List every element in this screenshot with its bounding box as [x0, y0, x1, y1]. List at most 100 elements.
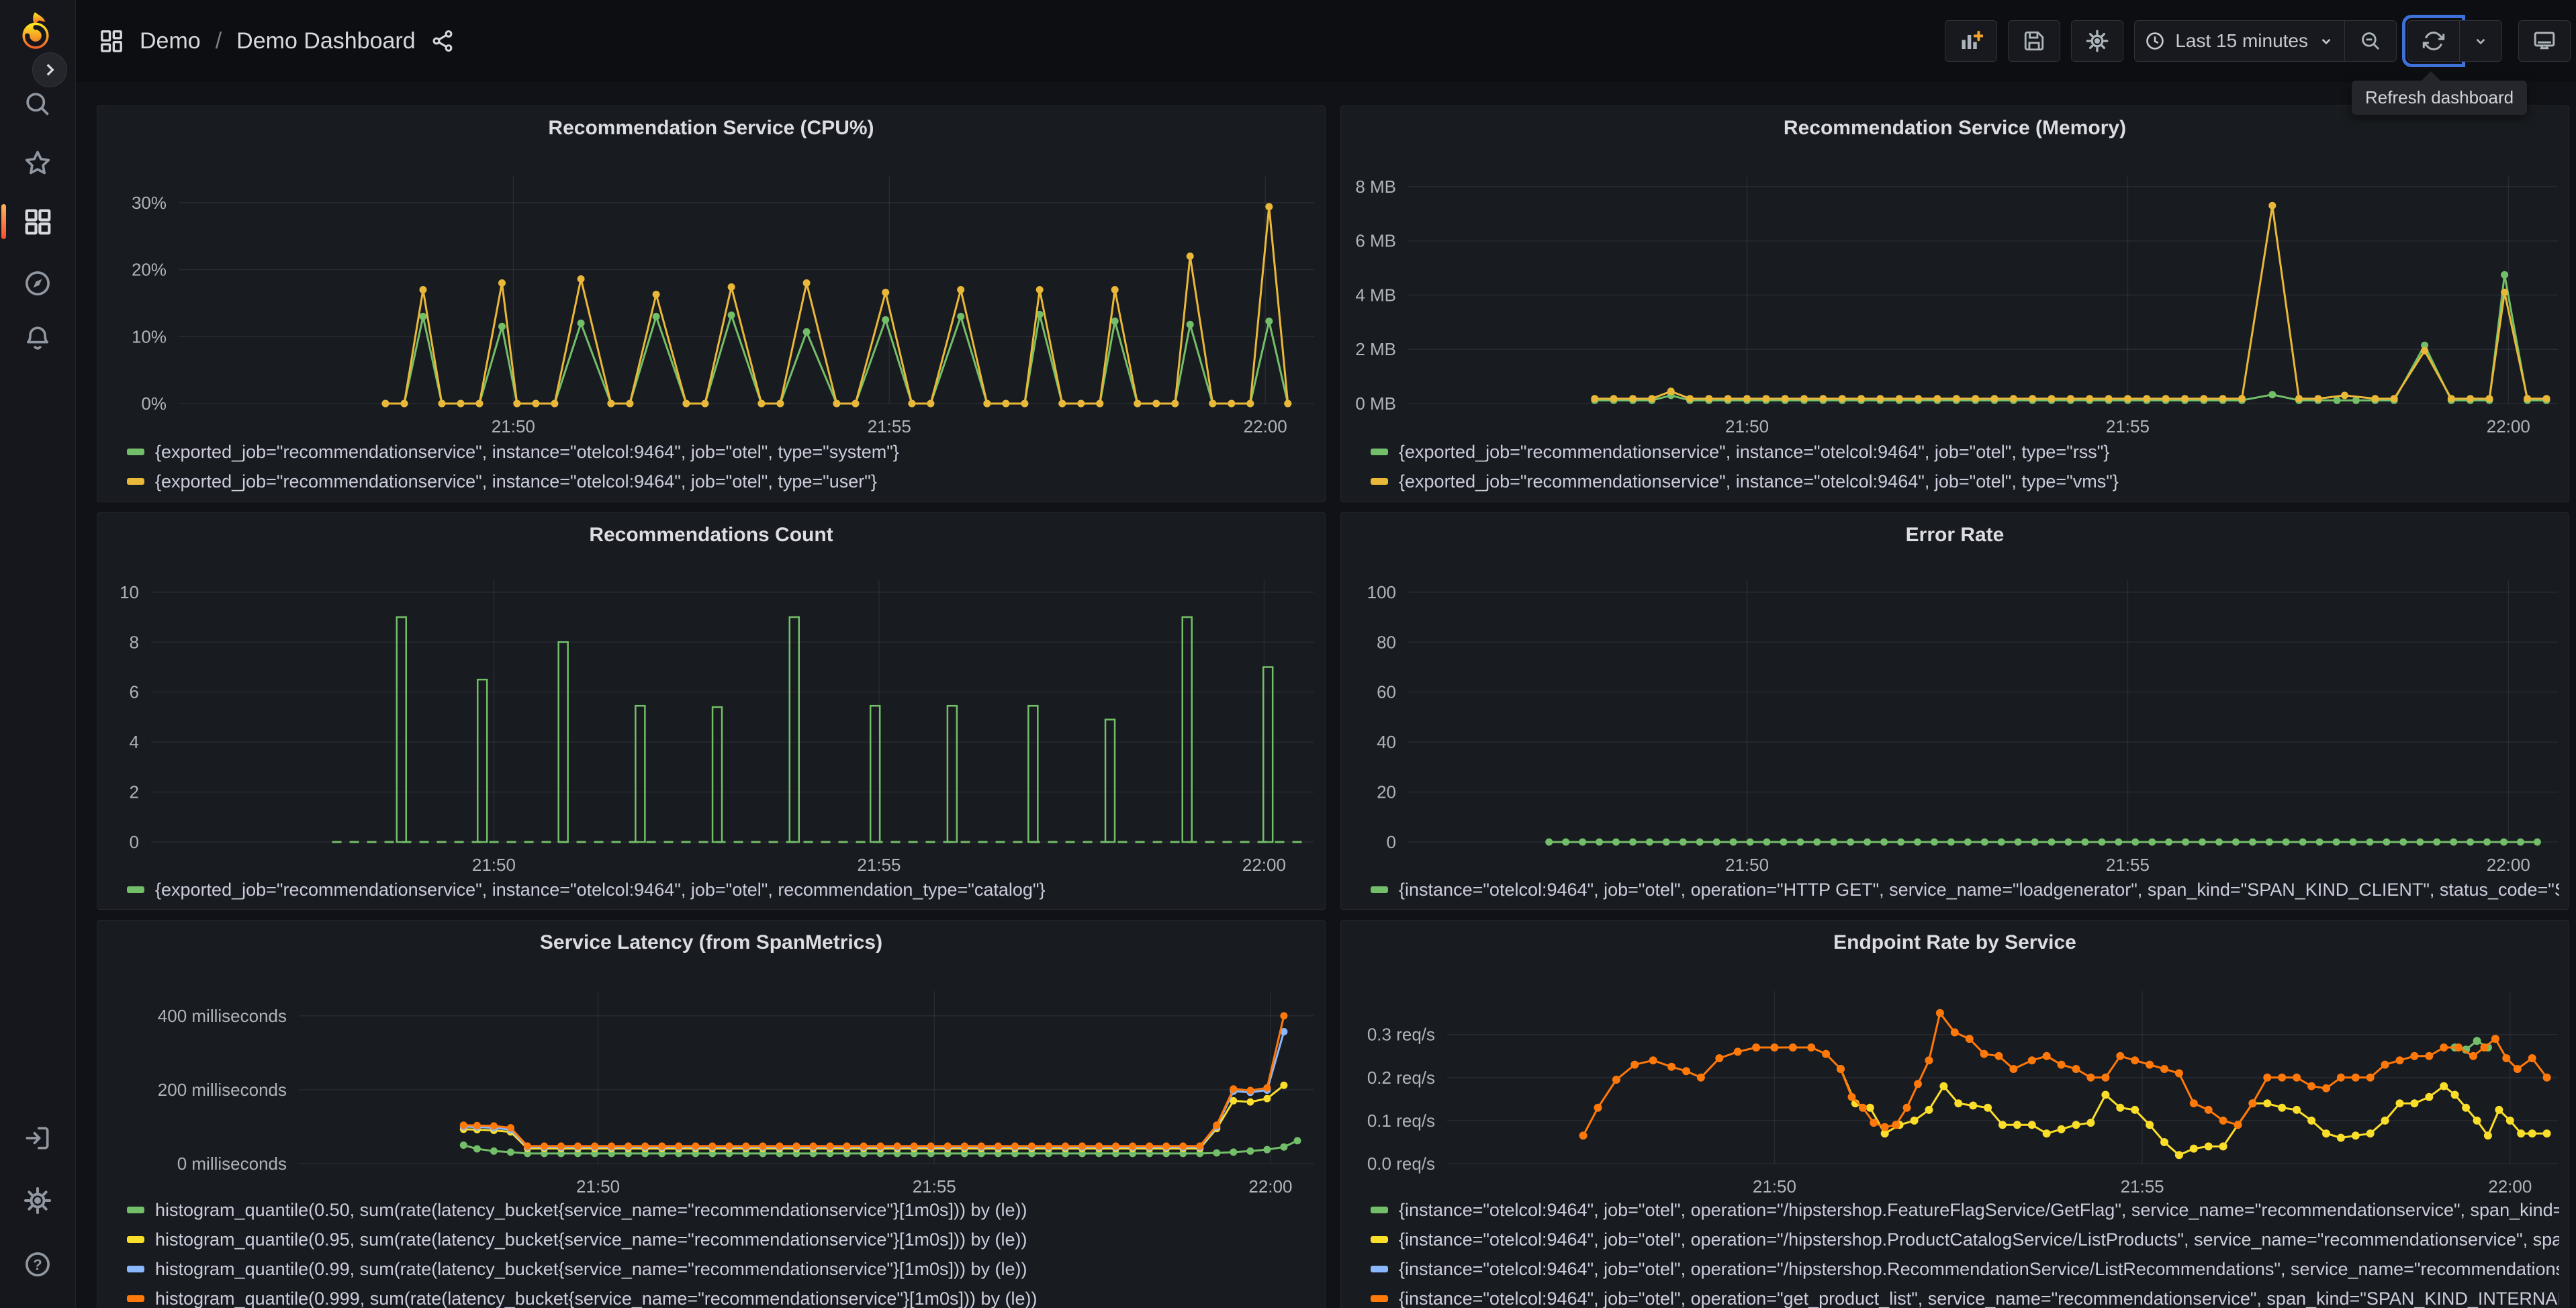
- panel-service-latency: Service Latency (from SpanMetrics) 0 mil…: [97, 920, 1326, 1308]
- svg-text:10%: 10%: [132, 326, 167, 346]
- legend-item[interactable]: {instance="otelcol:9464", job="otel", op…: [1371, 1225, 2559, 1254]
- svg-text:21:50: 21:50: [1725, 855, 1769, 875]
- svg-text:0.3 req/s: 0.3 req/s: [1367, 1025, 1435, 1045]
- svg-text:22:00: 22:00: [1248, 1176, 1292, 1197]
- chart-canvas[interactable]: 0 20 40 60 80 100 21:50 21:55 22:00: [1341, 513, 2569, 909]
- legend-label: {instance="otelcol:9464", job="otel", op…: [1399, 1199, 2559, 1220]
- svg-text:21:55: 21:55: [857, 855, 901, 875]
- legend-item[interactable]: {exported_job="recommendationservice", i…: [1371, 437, 2559, 467]
- svg-text:21:50: 21:50: [472, 855, 516, 875]
- svg-text:4: 4: [130, 732, 139, 752]
- legend-label: {exported_job="recommendationservice", i…: [155, 471, 877, 492]
- svg-text:22:00: 22:00: [2487, 855, 2530, 875]
- legend-item[interactable]: {instance="otelcol:9464", job="otel", op…: [1371, 875, 2559, 904]
- svg-text:0 milliseconds: 0 milliseconds: [177, 1154, 287, 1174]
- svg-text:22:00: 22:00: [2488, 1176, 2532, 1197]
- breadcrumb: Demo / Demo Dashboard: [98, 0, 455, 82]
- legend-label: histogram_quantile(0.50, sum(rate(latenc…: [155, 1199, 1027, 1220]
- sidebar-item-explore[interactable]: [20, 266, 55, 301]
- sidebar-expand-button[interactable]: [32, 52, 67, 87]
- legend-swatch: [127, 1295, 144, 1302]
- panel-endpoint-rate: Endpoint Rate by Service 0.0 req/s 0.1 re…: [1340, 920, 2569, 1308]
- legend-item[interactable]: histogram_quantile(0.50, sum(rate(latenc…: [127, 1195, 1316, 1225]
- legend-label: {instance="otelcol:9464", job="otel", op…: [1399, 1288, 2559, 1308]
- svg-text:0.2 req/s: 0.2 req/s: [1367, 1068, 1435, 1088]
- svg-text:20: 20: [1377, 782, 1396, 802]
- add-panel-button[interactable]: [1945, 20, 1998, 62]
- legend-item[interactable]: histogram_quantile(0.95, sum(rate(latenc…: [127, 1225, 1316, 1254]
- legend-swatch: [127, 1236, 144, 1243]
- legend-label: {instance="otelcol:9464", job="otel", op…: [1399, 1258, 2559, 1279]
- time-range-picker[interactable]: Last 15 minutes: [2134, 20, 2345, 62]
- chevron-right-icon: [46, 64, 54, 76]
- svg-text:8 MB: 8 MB: [1355, 177, 1396, 197]
- panel-recommendations-count: Recommendations Count 0 2 4 6 8 10 21:50 21:55 2…: [97, 512, 1326, 910]
- sidebar-item-sign-in[interactable]: [20, 1121, 55, 1156]
- sidebar-item-alerting[interactable]: [20, 320, 55, 355]
- top-navbar: Demo / Demo Dashboard Last 15 minutes: [75, 0, 2576, 82]
- panel-legend: histogram_quantile(0.50, sum(rate(latenc…: [127, 1195, 1316, 1308]
- refresh-tooltip: Refresh dashboard: [2352, 71, 2528, 115]
- sign-in-icon: [26, 1127, 49, 1150]
- kiosk-mode-button[interactable]: [2518, 20, 2571, 62]
- sidebar-nav: ?: [0, 0, 76, 1308]
- refresh-group: [2402, 15, 2502, 67]
- svg-text:?: ?: [33, 1256, 42, 1273]
- svg-text:0: 0: [1387, 832, 1396, 852]
- dashboard-settings-button[interactable]: [2071, 20, 2124, 62]
- monitor-icon: [2534, 32, 2555, 50]
- save-icon: [2025, 31, 2044, 51]
- grafana-app: Demo / Demo Dashboard Last 15 minutes Re…: [0, 0, 2576, 1308]
- svg-text:2 MB: 2 MB: [1355, 339, 1396, 359]
- svg-text:4 MB: 4 MB: [1355, 285, 1396, 305]
- dashboard-toolbar: Last 15 minutes: [1945, 15, 2571, 67]
- svg-text:21:55: 21:55: [2121, 1176, 2164, 1197]
- legend-item[interactable]: {exported_job="recommendationservice", i…: [127, 437, 1316, 467]
- time-range-label: Last 15 minutes: [2175, 30, 2308, 51]
- panel-legend: {instance="otelcol:9464", job="otel", op…: [1371, 1195, 2559, 1308]
- sidebar-item-configuration[interactable]: [20, 1183, 55, 1218]
- legend-label: {instance="otelcol:9464", job="otel", op…: [1399, 1229, 2559, 1250]
- legend-swatch: [1371, 1295, 1388, 1302]
- chevron-down-icon: [2321, 38, 2331, 45]
- sidebar-item-search[interactable]: [20, 87, 55, 122]
- svg-text:30%: 30%: [132, 193, 167, 213]
- legend-item[interactable]: {exported_job="recommendationservice", i…: [127, 467, 1316, 496]
- sidebar-item-help[interactable]: ?: [20, 1247, 55, 1282]
- share-button[interactable]: [430, 29, 455, 53]
- chevron-down-icon: [2476, 38, 2485, 45]
- star-icon: [25, 150, 50, 175]
- svg-text:6 MB: 6 MB: [1355, 231, 1396, 251]
- panel-legend: {exported_job="recommendationservice", i…: [1371, 437, 2559, 496]
- sidebar-item-dashboards[interactable]: [20, 204, 55, 239]
- legend-item[interactable]: histogram_quantile(0.99, sum(rate(latenc…: [127, 1254, 1316, 1284]
- chart-canvas[interactable]: 0 2 4 6 8 10 21:50 21:55 22:00: [97, 513, 1325, 909]
- sidebar-item-starred[interactable]: [20, 146, 55, 181]
- svg-text:21:50: 21:50: [1753, 1176, 1796, 1197]
- legend-label: {exported_job="recommendationservice", i…: [1399, 471, 2119, 492]
- breadcrumb-page[interactable]: Demo Dashboard: [236, 28, 415, 54]
- legend-swatch: [1371, 449, 1388, 455]
- legend-label: histogram_quantile(0.99, sum(rate(latenc…: [155, 1258, 1027, 1279]
- legend-item[interactable]: histogram_quantile(0.999, sum(rate(laten…: [127, 1284, 1316, 1308]
- refresh-dashboard-button[interactable]: [2402, 15, 2465, 67]
- zoom-out-time-button[interactable]: [2344, 20, 2397, 62]
- legend-item[interactable]: {instance="otelcol:9464", job="otel", op…: [1371, 1195, 2559, 1225]
- svg-text:80: 80: [1377, 632, 1396, 652]
- svg-text:22:00: 22:00: [1244, 416, 1287, 436]
- share-icon: [432, 30, 453, 52]
- grafana-logo[interactable]: [13, 9, 58, 54]
- save-dashboard-button[interactable]: [2008, 20, 2061, 62]
- legend-swatch: [127, 1207, 144, 1213]
- breadcrumb-section[interactable]: Demo: [140, 28, 201, 54]
- legend-item[interactable]: {exported_job="recommendationservice", i…: [1371, 467, 2559, 496]
- legend-item[interactable]: {instance="otelcol:9464", job="otel", op…: [1371, 1254, 2559, 1284]
- svg-text:21:55: 21:55: [2106, 855, 2150, 875]
- legend-item[interactable]: {instance="otelcol:9464", job="otel", op…: [1371, 1284, 2559, 1308]
- legend-item[interactable]: {exported_job="recommendationservice", i…: [127, 875, 1316, 904]
- bell-icon: [27, 326, 48, 350]
- svg-text:21:50: 21:50: [1725, 416, 1769, 436]
- svg-text:21:50: 21:50: [492, 416, 535, 436]
- svg-text:400 milliseconds: 400 milliseconds: [158, 1006, 287, 1026]
- refresh-interval-dropdown[interactable]: [2459, 20, 2502, 62]
